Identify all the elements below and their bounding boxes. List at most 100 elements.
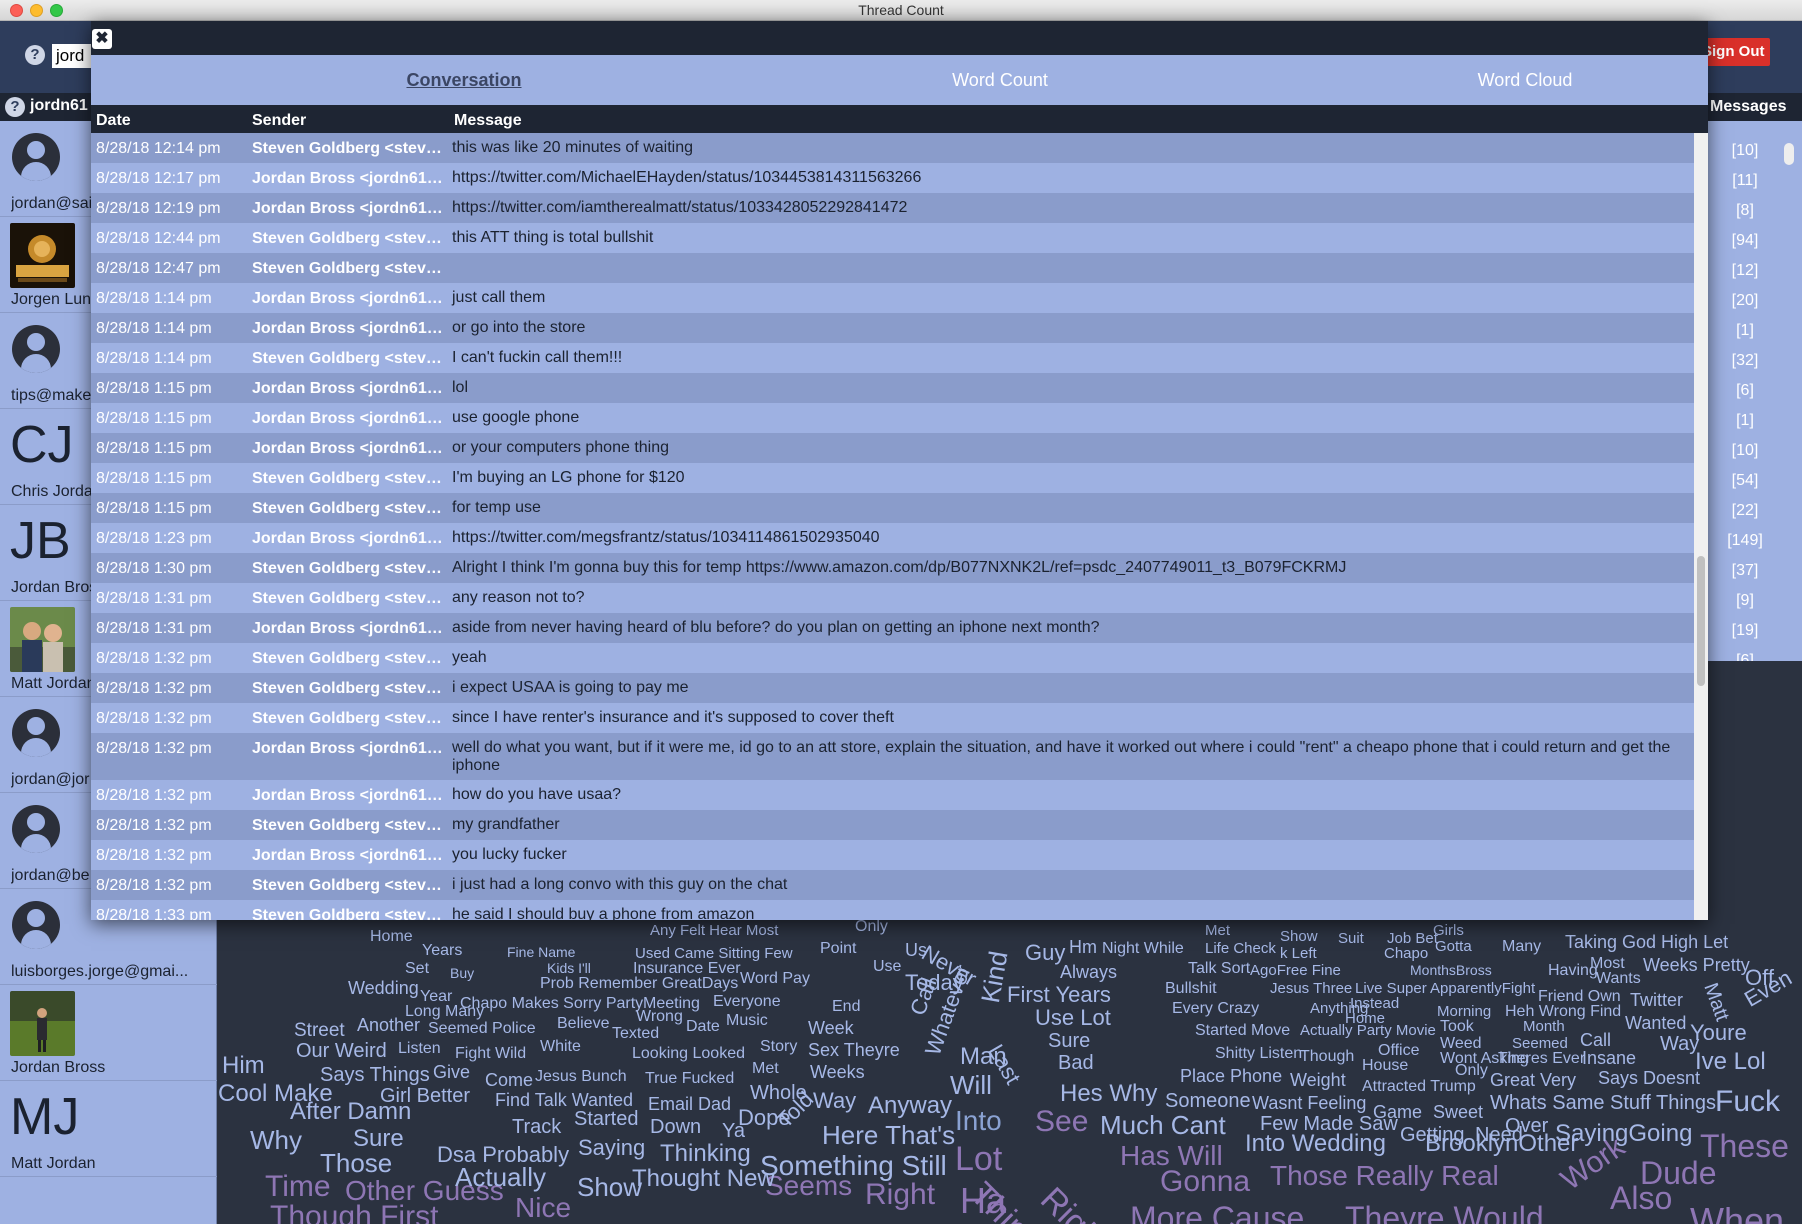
person-icon: [12, 901, 60, 949]
window-minimize-button[interactable]: [30, 4, 43, 17]
table-row[interactable]: 8/28/18 1:32 pm Jordan Bross <jordn613...…: [91, 780, 1694, 810]
message-count[interactable]: [6]: [1706, 376, 1784, 406]
cloud-word: Attracted Trump: [1362, 1078, 1476, 1095]
conversation-scrollbar[interactable]: [1694, 133, 1708, 920]
table-row[interactable]: 8/28/18 1:33 pm Steven Goldberg <steve...…: [91, 900, 1694, 920]
cloud-word: Home: [1345, 1010, 1386, 1027]
table-row[interactable]: 8/28/18 12:14 pm Steven Goldberg <steve..…: [91, 133, 1694, 163]
table-row[interactable]: 8/28/18 1:31 pm Jordan Bross <jordn613...…: [91, 613, 1694, 643]
table-row[interactable]: 8/28/18 1:32 pm Steven Goldberg <steve...…: [91, 673, 1694, 703]
cloud-word: Girls: [1433, 922, 1464, 939]
column-header-date[interactable]: Date: [96, 112, 131, 130]
table-row[interactable]: 8/28/18 1:14 pm Jordan Bross <jordn613...…: [91, 283, 1694, 313]
table-row[interactable]: 8/28/18 1:32 pm Steven Goldberg <steve...…: [91, 703, 1694, 733]
cloud-word: Jesus Three: [1270, 980, 1353, 997]
table-row[interactable]: 8/28/18 12:47 pm Steven Goldberg <steve..…: [91, 253, 1694, 283]
message-count[interactable]: [94]: [1706, 226, 1784, 256]
message-count[interactable]: [1]: [1706, 316, 1784, 346]
cloud-word: Weeks: [810, 1062, 865, 1082]
window-close-button[interactable]: [10, 4, 23, 17]
table-row[interactable]: 8/28/18 1:32 pm Steven Goldberg <steve...…: [91, 810, 1694, 840]
cloud-word: Girl Better: [380, 1085, 471, 1107]
row-sender: Jordan Bross <jordn613...: [252, 787, 447, 804]
row-date: 8/28/18 1:32 pm: [96, 787, 212, 804]
row-date: 8/28/18 12:47 pm: [96, 260, 221, 277]
tab-word-count[interactable]: Word Count: [850, 55, 1150, 105]
contact-item[interactable]: MJ Matt Jordan: [0, 1081, 217, 1177]
close-icon[interactable]: ✖: [92, 29, 112, 49]
help-icon[interactable]: ?: [25, 45, 45, 65]
cloud-word: Ya: [722, 1120, 745, 1142]
cloud-word: Morning: [1437, 1003, 1492, 1020]
cloud-word: SayingGoing: [1555, 1120, 1693, 1147]
message-count[interactable]: [20]: [1706, 286, 1784, 316]
row-date: 8/28/18 1:33 pm: [96, 907, 212, 920]
tab-word-cloud[interactable]: Word Cloud: [1375, 55, 1675, 105]
table-row[interactable]: 8/28/18 1:15 pm Jordan Bross <jordn613...…: [91, 373, 1694, 403]
row-date: 8/28/18 12:19 pm: [96, 200, 221, 217]
cloud-word: Hm: [1069, 937, 1097, 957]
cloud-word: More Cause: [1130, 1200, 1305, 1224]
row-date: 8/28/18 1:23 pm: [96, 530, 212, 547]
table-row[interactable]: 8/28/18 12:19 pm Jordan Bross <jordn613..…: [91, 193, 1694, 223]
table-row[interactable]: 8/28/18 1:15 pm Jordan Bross <jordn613...…: [91, 403, 1694, 433]
cloud-word: Him: [222, 1052, 265, 1079]
contact-item[interactable]: Jordan Bross: [0, 985, 217, 1081]
window-zoom-button[interactable]: [50, 4, 63, 17]
column-header-message[interactable]: Message: [454, 112, 522, 130]
cloud-word: Taking God High Let: [1565, 932, 1729, 952]
cloud-word: Why: [250, 1125, 302, 1155]
cloud-word: Right: [865, 1178, 936, 1211]
message-count[interactable]: [54]: [1706, 466, 1784, 496]
cloud-word: Home: [370, 928, 413, 945]
cloud-word: Great Very: [1490, 1070, 1577, 1090]
count-list-scrollbar[interactable]: [1784, 143, 1794, 165]
user-help-icon[interactable]: ?: [5, 97, 25, 117]
table-row[interactable]: 8/28/18 1:30 pm Steven Goldberg <steve...…: [91, 553, 1694, 583]
cloud-word: Though First: [270, 1200, 439, 1224]
message-count[interactable]: [10]: [1706, 136, 1784, 166]
cloud-word: Our Weird: [296, 1040, 387, 1062]
table-row[interactable]: 8/28/18 1:31 pm Steven Goldberg <steve...…: [91, 583, 1694, 613]
table-row[interactable]: 8/28/18 1:32 pm Steven Goldberg <steve...…: [91, 643, 1694, 673]
table-row[interactable]: 8/28/18 1:32 pm Steven Goldberg <steve...…: [91, 870, 1694, 900]
person-icon: [12, 805, 60, 853]
row-sender: Steven Goldberg <steve....: [252, 470, 447, 487]
table-row[interactable]: 8/28/18 1:14 pm Steven Goldberg <steve...…: [91, 343, 1694, 373]
table-row[interactable]: 8/28/18 1:14 pm Jordan Bross <jordn613...…: [91, 313, 1694, 343]
message-count[interactable]: [22]: [1706, 496, 1784, 526]
message-count[interactable]: [8]: [1706, 196, 1784, 226]
couple-photo-avatar: [10, 607, 75, 672]
message-count[interactable]: [11]: [1706, 166, 1784, 196]
row-date: 8/28/18 1:32 pm: [96, 710, 212, 727]
table-row[interactable]: 8/28/18 12:44 pm Steven Goldberg <steve..…: [91, 223, 1694, 253]
message-count[interactable]: [9]: [1706, 586, 1784, 616]
cloud-word: Give: [433, 1062, 471, 1082]
message-count[interactable]: [149]: [1706, 526, 1784, 556]
message-count[interactable]: [37]: [1706, 556, 1784, 586]
message-count[interactable]: [19]: [1706, 616, 1784, 646]
table-row[interactable]: 8/28/18 1:32 pm Jordan Bross <jordn613...…: [91, 840, 1694, 870]
conversation-table: 8/28/18 12:14 pm Steven Goldberg <steve..…: [91, 133, 1694, 920]
table-row[interactable]: 8/28/18 1:15 pm Steven Goldberg <steve...…: [91, 493, 1694, 523]
row-sender: Jordan Bross <jordn613...: [252, 440, 447, 457]
message-count[interactable]: [32]: [1706, 346, 1784, 376]
row-sender: Steven Goldberg <steve....: [252, 877, 447, 894]
message-count[interactable]: [10]: [1706, 436, 1784, 466]
tab-conversation[interactable]: Conversation: [314, 55, 614, 105]
cloud-word: Every Crazy: [1172, 1000, 1260, 1017]
row-date: 8/28/18 1:15 pm: [96, 440, 212, 457]
table-row[interactable]: 8/28/18 1:15 pm Jordan Bross <jordn613...…: [91, 433, 1694, 463]
row-message: https://twitter.com/megsfrantz/status/10…: [452, 529, 880, 546]
cloud-word: Insurance Ever: [633, 960, 741, 977]
column-header-sender[interactable]: Sender: [252, 112, 306, 130]
message-count[interactable]: [12]: [1706, 256, 1784, 286]
scrollbar-thumb[interactable]: [1697, 556, 1705, 686]
cloud-word: Insane: [1582, 1048, 1637, 1068]
table-row[interactable]: 8/28/18 12:17 pm Jordan Bross <jordn613..…: [91, 163, 1694, 193]
cloud-word: Weight: [1290, 1070, 1346, 1090]
table-row[interactable]: 8/28/18 1:32 pm Jordan Bross <jordn613...…: [91, 733, 1694, 780]
table-row[interactable]: 8/28/18 1:15 pm Steven Goldberg <steve...…: [91, 463, 1694, 493]
table-row[interactable]: 8/28/18 1:23 pm Jordan Bross <jordn613...…: [91, 523, 1694, 553]
message-count[interactable]: [1]: [1706, 406, 1784, 436]
